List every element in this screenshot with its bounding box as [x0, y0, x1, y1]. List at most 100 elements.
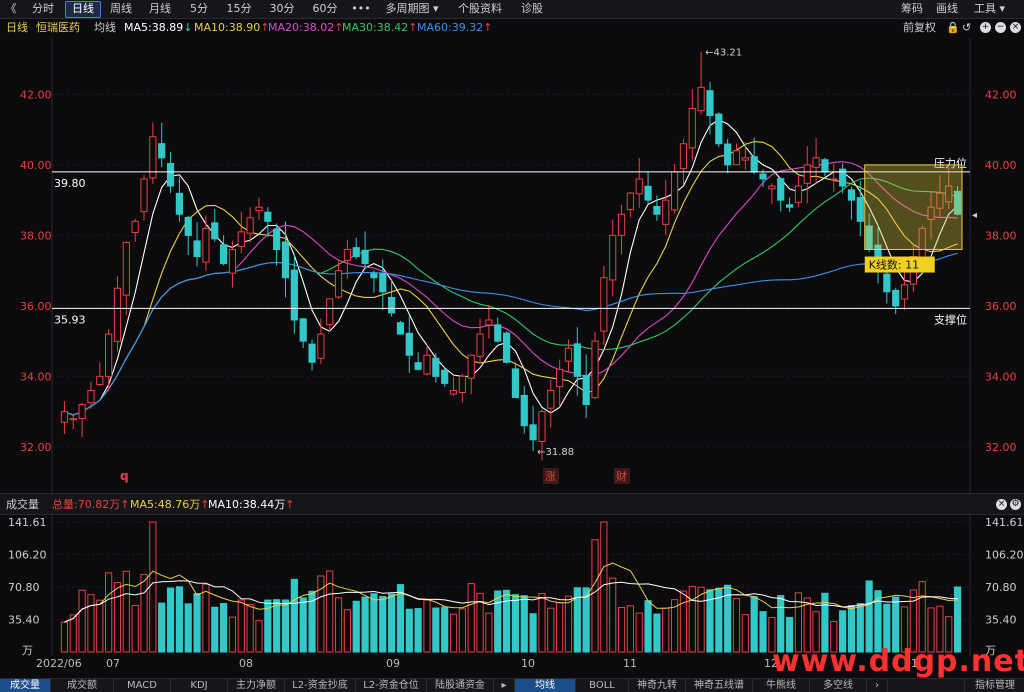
candle-body — [644, 185, 652, 201]
tab-l2-position[interactable]: L2-资金仓位 — [356, 679, 427, 692]
candle-body — [502, 332, 511, 363]
tab-bull-bear[interactable]: 牛熊线 — [753, 679, 810, 692]
candle-body — [131, 220, 139, 233]
volume-bar — [502, 589, 511, 653]
more-periods-button[interactable]: ••• — [350, 1, 372, 16]
candle-body — [255, 206, 263, 212]
zoom-out-icon[interactable]: − — [995, 22, 1006, 33]
tab-zhouxian[interactable]: 周线 — [104, 1, 138, 16]
tab-60min[interactable]: 60分 — [306, 1, 344, 16]
candle-body — [388, 296, 396, 314]
vol-unit-left: 万 — [22, 644, 33, 656]
zoom-in-icon[interactable]: + — [980, 22, 991, 33]
volume-bar — [122, 570, 130, 653]
tab-five-lines[interactable]: 神奇五线谱 — [686, 679, 753, 692]
candle-body — [308, 343, 316, 363]
close-icon[interactable]: × — [1010, 22, 1021, 33]
chips-button[interactable]: 筹码 — [901, 1, 923, 16]
period-label: 日线 — [6, 21, 28, 34]
candle-body — [821, 159, 829, 173]
volume-bar — [175, 586, 183, 653]
candle-body — [724, 143, 732, 166]
tab-hk-connect[interactable]: 陆股通资金 — [427, 679, 494, 692]
candle-body — [220, 244, 228, 265]
candle-body — [69, 418, 77, 421]
volume-bar — [299, 597, 307, 653]
candle-body — [600, 277, 608, 332]
vol-label-right: 35.40 — [985, 614, 1017, 627]
vol-label-left: 70.80 — [8, 581, 40, 594]
candle-body — [697, 86, 705, 112]
candle-body — [830, 178, 838, 181]
lock-icon[interactable]: 🔒 — [946, 19, 960, 37]
candle-body — [87, 389, 95, 404]
tab-30min[interactable]: 30分 — [263, 1, 301, 16]
tab-15min[interactable]: 15分 — [220, 1, 258, 16]
vol-label-right: 106.20 — [985, 549, 1024, 562]
volume-bar — [741, 614, 749, 653]
more-tabs-icon[interactable]: › — [867, 679, 888, 692]
candle-body — [228, 248, 237, 274]
volume-bar — [432, 607, 440, 653]
candle-body — [547, 389, 555, 409]
tab-rixian[interactable]: 日线 — [65, 1, 101, 18]
indicator-manage-button[interactable]: 指标管理 — [964, 679, 1024, 692]
candle-body — [476, 333, 484, 357]
volume-close-icon[interactable]: × — [996, 499, 1007, 510]
tab-volume[interactable]: 成交量 — [0, 679, 51, 692]
volume-title[interactable]: 成交量 — [6, 497, 39, 513]
candle-body — [396, 322, 405, 335]
volume-bar — [193, 593, 201, 653]
tab-fenshi[interactable]: 分时 — [26, 1, 60, 16]
volume-bar — [653, 613, 661, 653]
candle-body — [264, 211, 272, 222]
candle-body — [326, 298, 334, 325]
back-icon[interactable]: 《 — [4, 1, 18, 16]
volume-bar — [334, 597, 343, 653]
vol-label-right: 70.80 — [985, 581, 1017, 594]
tools-dropdown[interactable]: 工具 ▾ — [974, 1, 1005, 16]
tab-ma[interactable]: 均线 — [515, 679, 576, 692]
volume-bar — [564, 595, 573, 653]
volume-chart[interactable]: 141.61 141.61 106.20 106.20 70.80 70.80 35.40 3… — [0, 514, 1024, 656]
volume-bar — [69, 614, 77, 653]
volume-settings-icon[interactable]: ⚙ — [1010, 499, 1021, 510]
multi-period-dropdown[interactable]: 多周期图 ▾ — [378, 1, 446, 16]
draw-line-button[interactable]: 画线 — [936, 1, 958, 16]
volume-bar — [918, 581, 926, 653]
stock-info-button[interactable]: 个股资料 — [452, 1, 508, 16]
tab-main-net[interactable]: 主力净额 — [228, 679, 285, 692]
candle-body — [794, 185, 802, 203]
tab-yuexian[interactable]: 月线 — [143, 1, 177, 16]
candle-body — [96, 375, 104, 386]
ma60-line — [64, 252, 958, 416]
volume-bar — [396, 584, 405, 653]
volume-bar — [458, 608, 466, 653]
volume-bar — [626, 605, 634, 653]
scroll-right-icon[interactable]: ▸ — [494, 679, 515, 692]
tab-nine-turns[interactable]: 神奇九转 — [629, 679, 686, 692]
tab-5min[interactable]: 5分 — [183, 1, 215, 16]
ma60-value: MA60:39.32↑ — [417, 21, 493, 34]
ma-label[interactable]: 均线 — [94, 19, 116, 37]
volume-bar — [414, 608, 422, 653]
candle-body — [883, 273, 891, 293]
current-price-pointer: ◂ — [972, 210, 977, 221]
tab-long-short[interactable]: 多空线 — [810, 679, 867, 692]
undo-icon[interactable]: ↺ — [962, 19, 971, 37]
tab-kdj[interactable]: KDJ — [171, 679, 228, 692]
candle-body — [564, 347, 573, 362]
candle-body — [617, 213, 626, 236]
price-label-right: 36.00 — [985, 300, 1017, 313]
candlestick-chart[interactable]: 42.00 42.00 40.00 40.00 38.00 38.00 36.00 36.00… — [0, 38, 1024, 493]
tab-macd[interactable]: MACD — [114, 679, 171, 692]
diagnose-button[interactable]: 诊股 — [514, 1, 550, 16]
volume-bar — [865, 580, 873, 653]
candle-body — [166, 162, 175, 187]
tab-turnover[interactable]: 成交额 — [51, 679, 114, 692]
candle-body — [777, 178, 785, 201]
volume-bar — [449, 613, 458, 653]
adjust-mode[interactable]: 前复权 — [903, 19, 936, 37]
tab-l2-bottom[interactable]: L2-资金抄底 — [285, 679, 356, 692]
tab-boll[interactable]: BOLL — [576, 679, 629, 692]
